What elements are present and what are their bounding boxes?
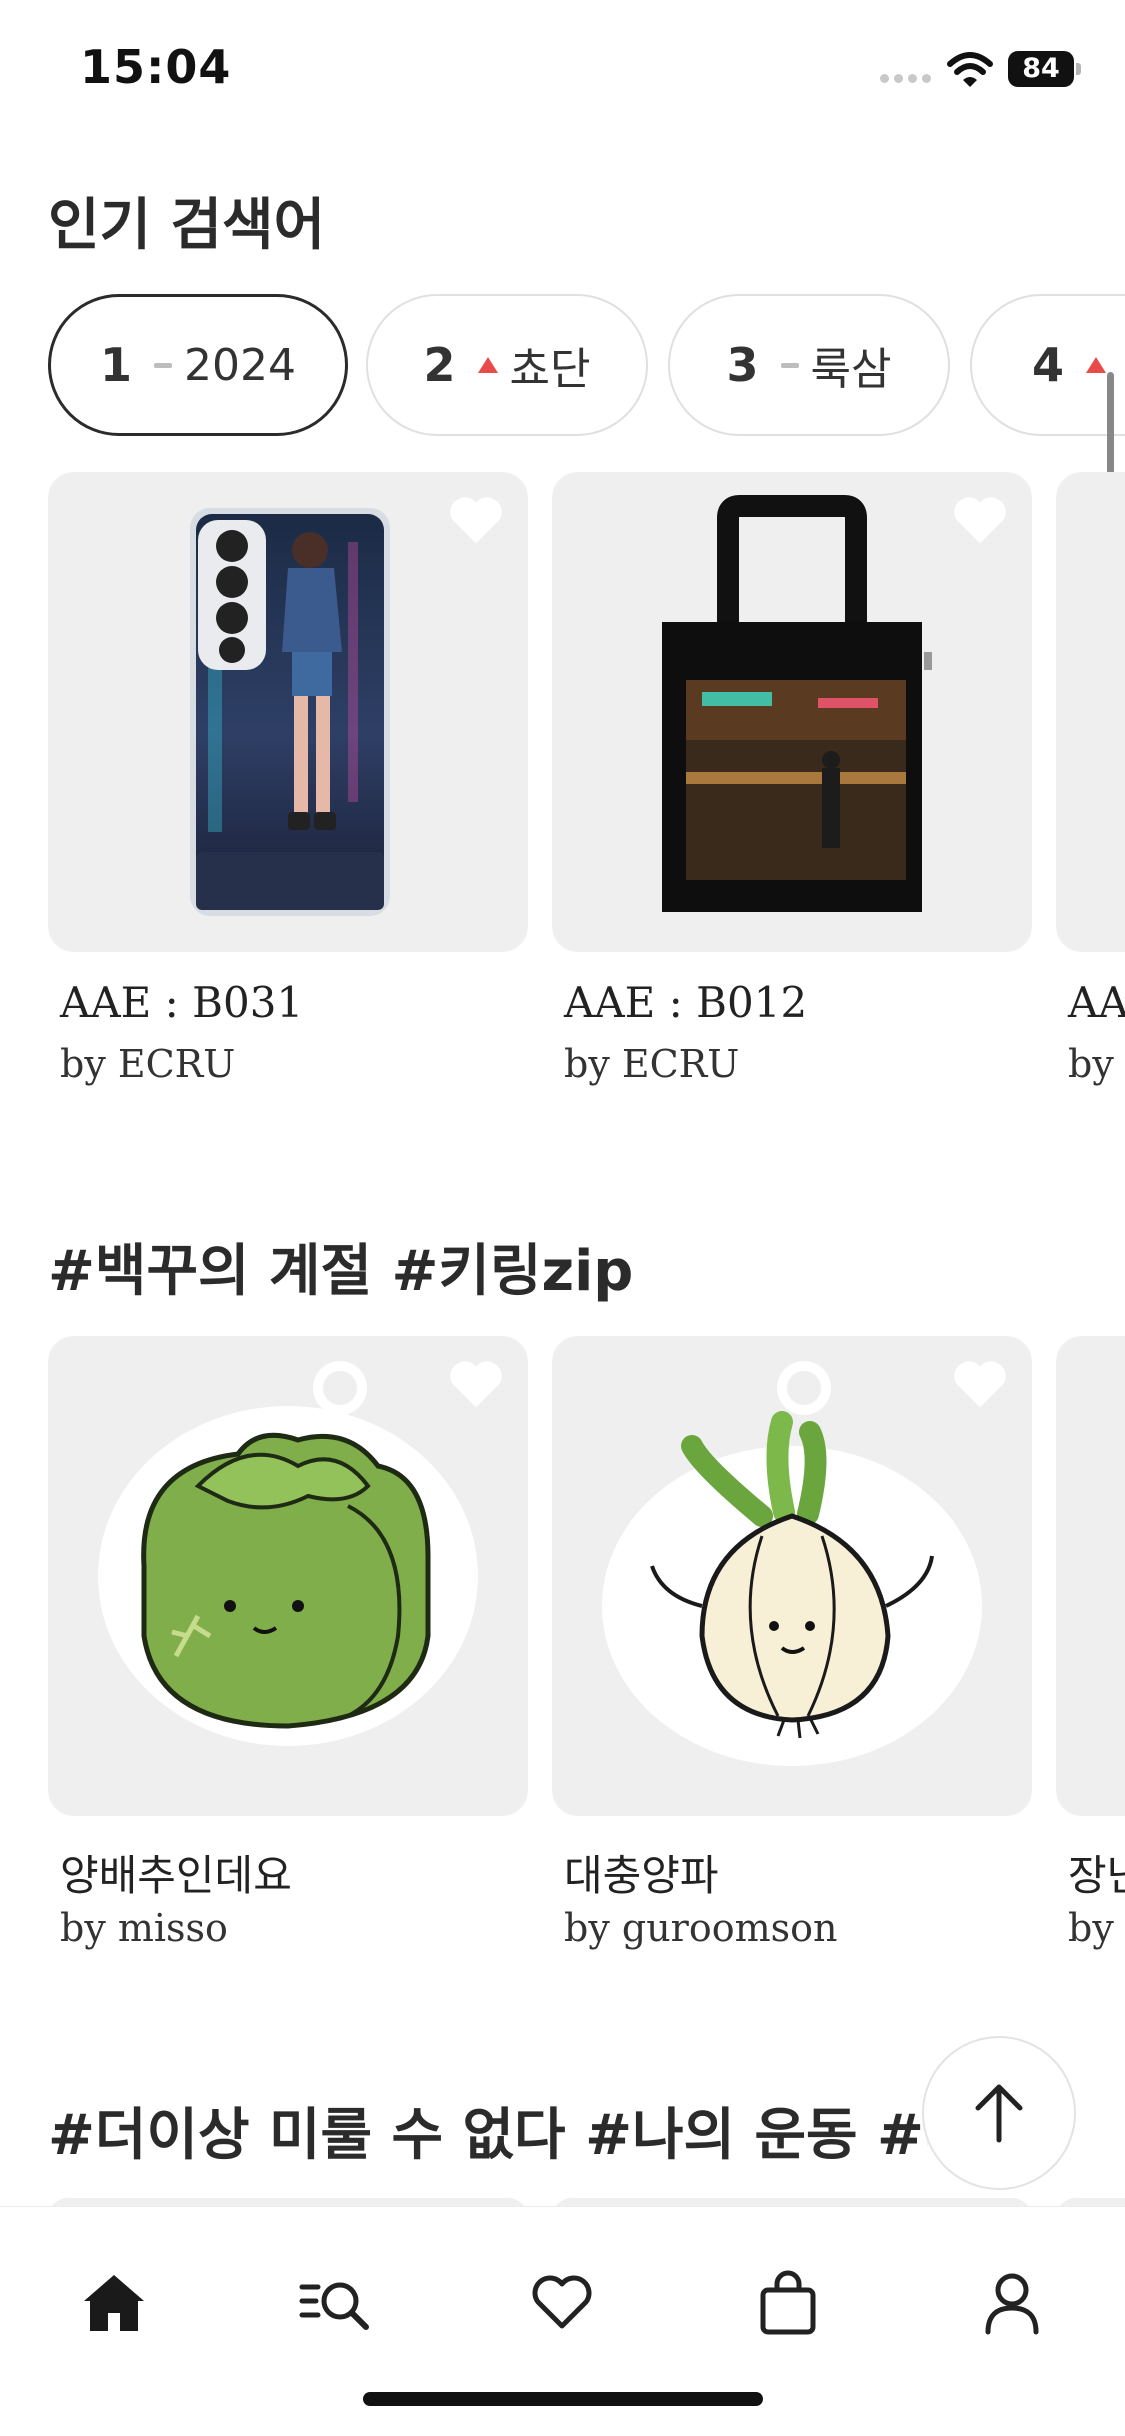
popular-product-row[interactable]: AAE : B031 by ECRU AAE : B012 by ECRU AA… xyxy=(48,472,1125,1112)
heart-icon xyxy=(532,2275,592,2329)
keyword-rank: 2 xyxy=(423,338,456,392)
product-image[interactable] xyxy=(1056,1336,1125,1816)
keyword-rank: 4 xyxy=(1032,338,1065,392)
shopping-bag-icon xyxy=(760,2270,816,2335)
product-author[interactable]: by xyxy=(1068,1906,1114,1950)
product-name[interactable]: 장난 xyxy=(1068,1842,1125,1903)
product-name[interactable]: AAE xyxy=(1068,978,1125,1027)
product-image[interactable] xyxy=(48,1336,528,1816)
status-bar: 15:04 84 xyxy=(0,0,1125,140)
product-image[interactable] xyxy=(552,472,1032,952)
product-card[interactable]: 양배추인데요 by misso xyxy=(48,1336,528,1950)
keyword-label: 2024 xyxy=(184,339,296,391)
tab-my[interactable] xyxy=(972,2263,1052,2343)
tab-home[interactable] xyxy=(74,2263,154,2343)
product-card[interactable]: 장난 by xyxy=(1056,1336,1125,1950)
wifi-icon xyxy=(947,52,993,87)
battery-icon: 84 xyxy=(1008,51,1082,87)
keyword-label: 쵸단 xyxy=(509,344,591,395)
tab-search[interactable] xyxy=(296,2263,376,2343)
battery-level: 84 xyxy=(1008,51,1074,87)
trend-flat-icon xyxy=(780,362,799,368)
heart-icon[interactable] xyxy=(448,496,504,546)
product-image[interactable] xyxy=(1056,472,1125,952)
arrow-up-icon xyxy=(975,2084,1023,2143)
popular-search-title: 인기 검색어 xyxy=(48,193,326,258)
keyword-chip-1[interactable]: 1 2024 xyxy=(48,294,348,436)
person-icon xyxy=(985,2273,1039,2335)
product-author[interactable]: by ECRU xyxy=(564,1042,739,1086)
signal-icon xyxy=(880,74,931,83)
keyword-label: 룩삼 xyxy=(810,344,892,395)
scroll-to-top-button[interactable] xyxy=(922,2036,1076,2190)
tab-cart[interactable] xyxy=(748,2263,828,2343)
keyword-chip-3[interactable]: 3 룩삼 xyxy=(668,294,950,436)
heart-icon[interactable] xyxy=(952,1360,1008,1410)
product-card[interactable]: 대충양파 by guroomson xyxy=(552,1336,1032,1950)
product-card[interactable]: AAE : B031 by ECRU xyxy=(48,472,528,1086)
status-time: 15:04 xyxy=(80,40,232,94)
product-author[interactable]: by misso xyxy=(60,1906,228,1950)
product-name[interactable]: 양배추인데요 xyxy=(60,1842,292,1903)
product-name[interactable]: AAE : B031 xyxy=(60,978,303,1027)
product-name[interactable]: AAE : B012 xyxy=(564,978,807,1027)
product-name[interactable]: 대충양파 xyxy=(564,1842,719,1903)
search-list-icon xyxy=(299,2282,369,2330)
home-icon xyxy=(84,2275,144,2331)
product-image[interactable] xyxy=(48,472,528,952)
trend-up-icon xyxy=(1086,357,1107,373)
keyword-chip-4[interactable]: 4 xyxy=(970,294,1125,436)
product-card[interactable]: AAE : B012 by ECRU xyxy=(552,472,1032,1086)
tab-like[interactable] xyxy=(522,2263,602,2343)
keyring-section-title[interactable]: #백꾸의 계절 #키링zip xyxy=(48,1226,633,1307)
keyword-rank: 1 xyxy=(100,338,133,392)
keyword-rank: 3 xyxy=(726,338,759,392)
heart-icon[interactable] xyxy=(952,496,1008,546)
keyword-chip-row[interactable]: 1 2024 2 쵸단 3 룩삼 4 xyxy=(48,292,1125,438)
trend-flat-icon xyxy=(154,362,173,368)
keyring-product-row[interactable]: 양배추인데요 by misso 대충양파 by guroomson 장 by xyxy=(48,1336,1125,1976)
product-author[interactable]: by xyxy=(1068,1042,1114,1086)
heart-icon[interactable] xyxy=(448,1360,504,1410)
keyword-chip-2[interactable]: 2 쵸단 xyxy=(366,294,648,436)
product-author[interactable]: by guroomson xyxy=(564,1906,837,1950)
product-image[interactable] xyxy=(552,1336,1032,1816)
trend-up-icon xyxy=(477,357,498,373)
home-indicator[interactable] xyxy=(363,2392,763,2406)
exercise-section-title[interactable]: #더이상 미룰 수 없다 #나의 운동 #나의 다 xyxy=(48,2090,928,2171)
product-author[interactable]: by ECRU xyxy=(60,1042,235,1086)
product-card[interactable]: AAE by xyxy=(1056,472,1125,1086)
